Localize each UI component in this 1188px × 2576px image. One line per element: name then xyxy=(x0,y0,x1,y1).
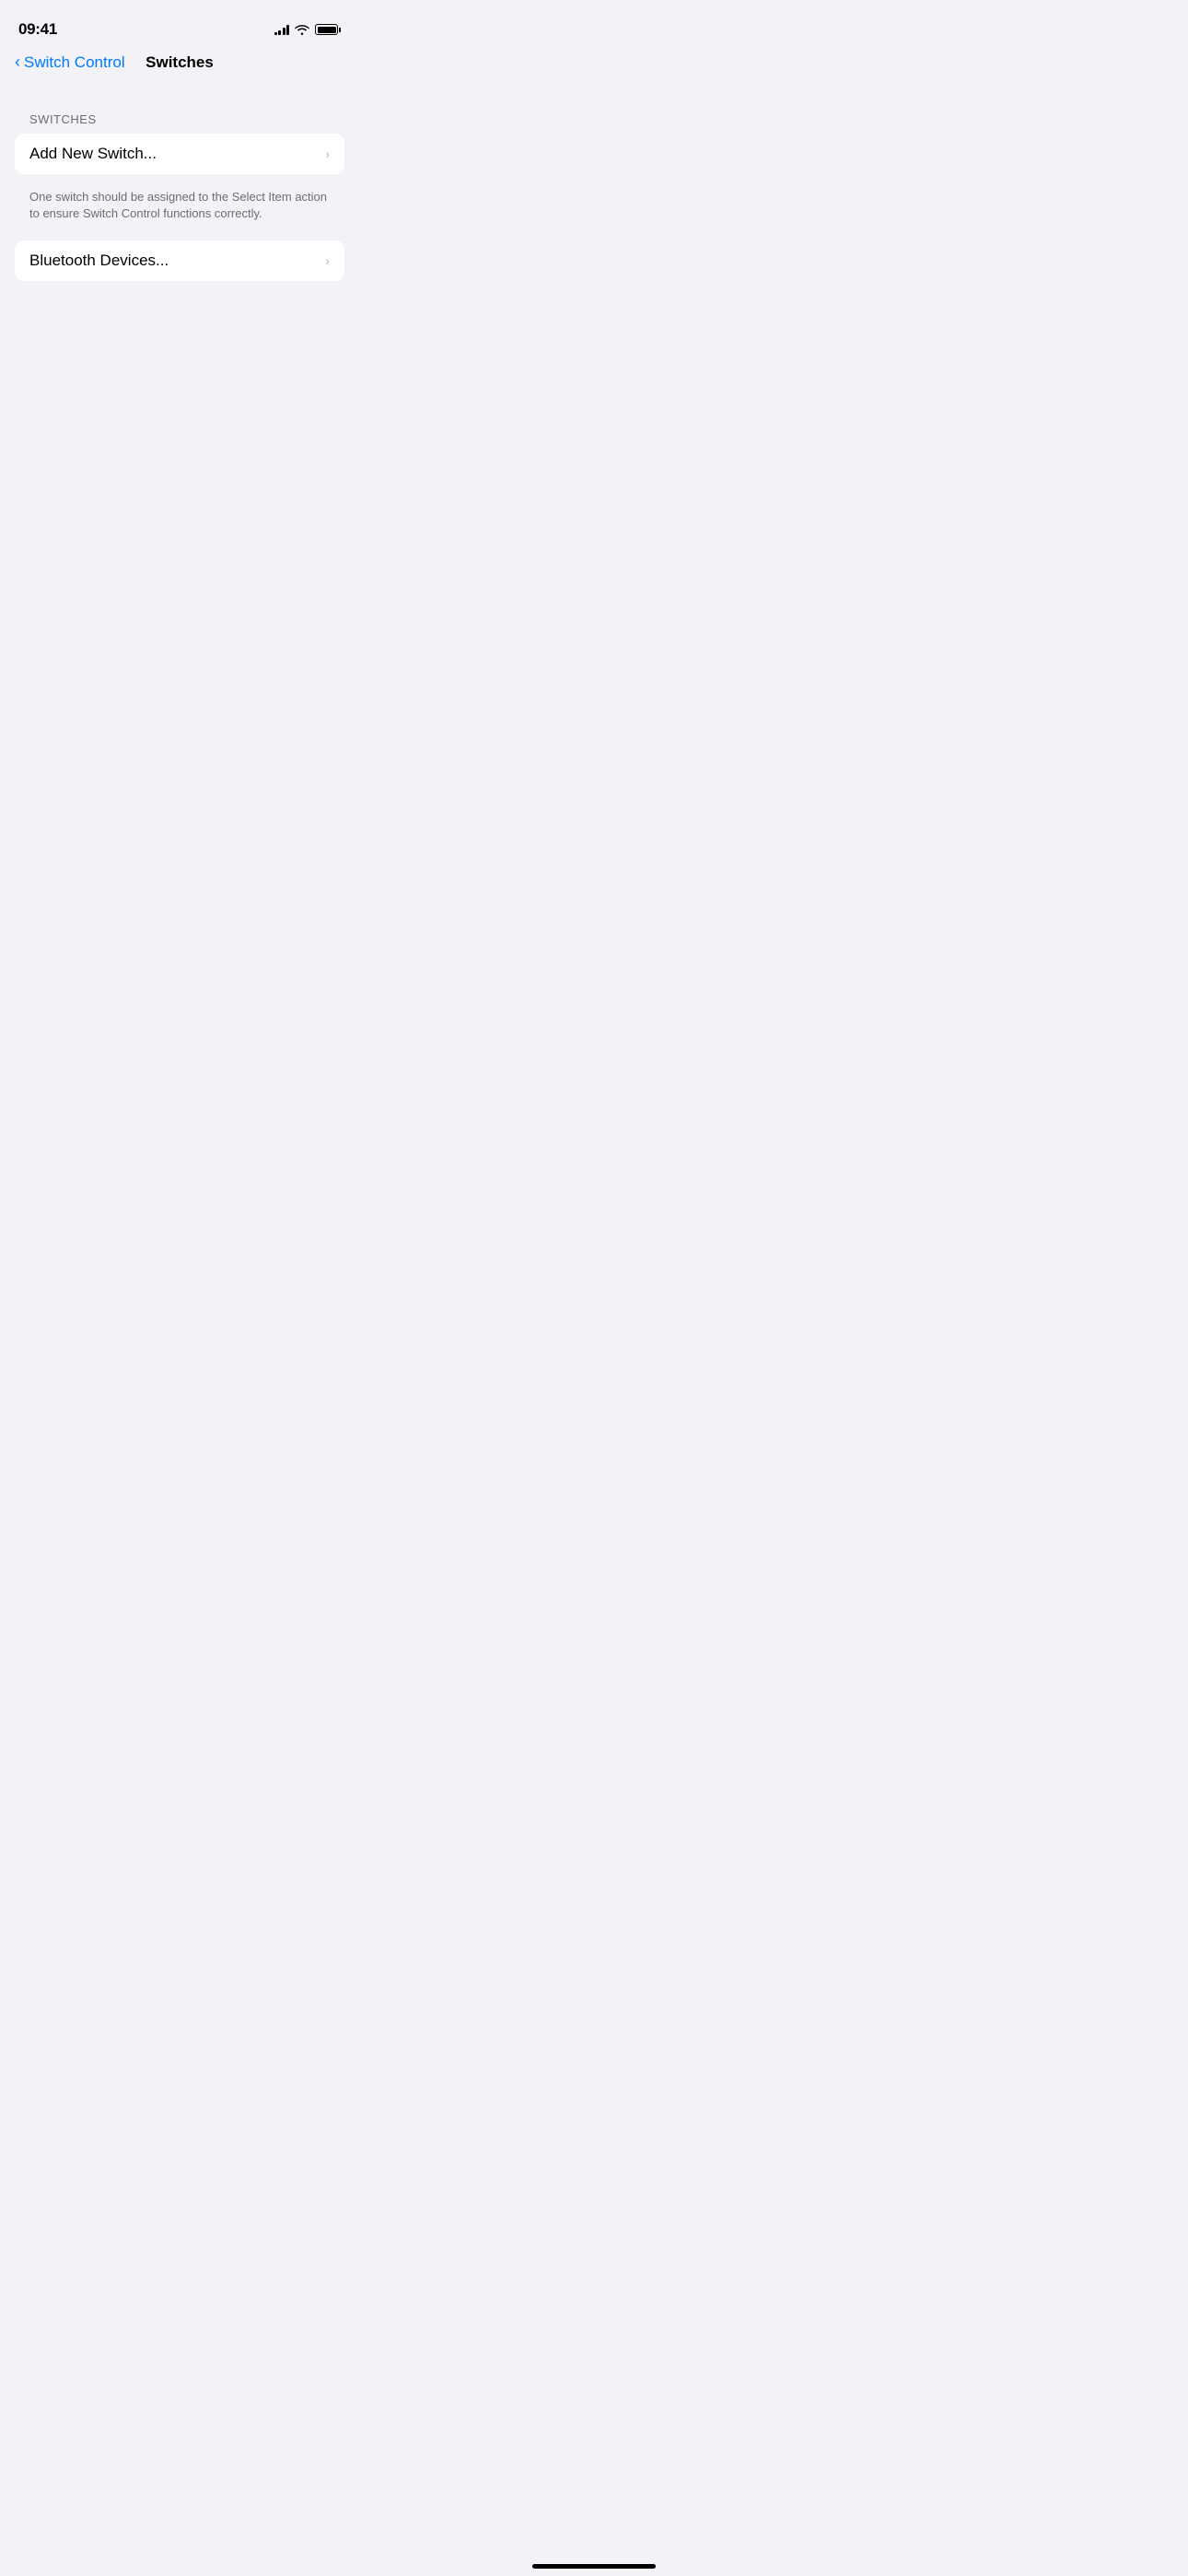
wifi-icon xyxy=(295,24,309,35)
switches-list-group: Add New Switch... › xyxy=(15,134,344,174)
switches-section-footer: One switch should be assigned to the Sel… xyxy=(15,181,344,222)
bluetooth-list-group: Bluetooth Devices... › xyxy=(15,240,344,281)
back-button[interactable]: ‹ Switch Control xyxy=(15,53,125,72)
bluetooth-devices-label: Bluetooth Devices... xyxy=(29,252,169,270)
nav-bar: ‹ Switch Control Switches xyxy=(0,46,359,87)
back-chevron-icon: ‹ xyxy=(15,53,20,72)
page-title: Switches xyxy=(146,53,214,72)
switches-section-header: SWITCHES xyxy=(15,112,344,126)
status-icons xyxy=(274,24,342,35)
home-indicator xyxy=(532,2564,656,2569)
add-new-switch-chevron-icon: › xyxy=(325,146,330,161)
bluetooth-devices-chevron-icon: › xyxy=(325,253,330,268)
status-time: 09:41 xyxy=(18,20,57,39)
add-new-switch-item[interactable]: Add New Switch... › xyxy=(15,134,344,174)
add-new-switch-label: Add New Switch... xyxy=(29,145,157,163)
back-label: Switch Control xyxy=(24,53,125,72)
main-content: SWITCHES Add New Switch... › One switch … xyxy=(0,87,359,281)
signal-bars-icon xyxy=(274,24,290,35)
bluetooth-devices-item[interactable]: Bluetooth Devices... › xyxy=(15,240,344,281)
status-bar: 09:41 xyxy=(0,0,359,46)
battery-icon xyxy=(315,24,341,35)
